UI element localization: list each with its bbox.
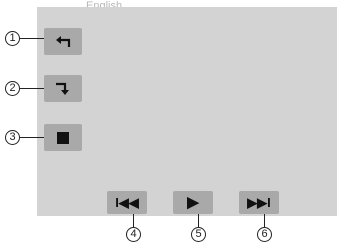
callout-6: 6 — [257, 227, 272, 242]
stop-icon — [57, 131, 69, 144]
display-screen — [37, 7, 337, 216]
callout-line-6 — [264, 214, 265, 227]
undo-arrow-icon — [54, 35, 72, 49]
undo-button[interactable] — [44, 28, 82, 55]
callout-line-4 — [133, 214, 134, 227]
stop-button[interactable] — [44, 124, 82, 151]
play-button[interactable]: ▶ — [173, 191, 213, 214]
redo-button[interactable] — [44, 75, 82, 102]
redo-arrow-icon — [54, 81, 72, 97]
callout-1: 1 — [5, 31, 20, 46]
play-icon: ▶ — [187, 194, 199, 211]
callout-line-1 — [20, 38, 44, 39]
callout-line-2 — [20, 88, 44, 89]
skip-previous-icon: I◀◀ — [115, 195, 139, 210]
previous-button[interactable]: I◀◀ — [107, 191, 147, 214]
callout-2: 2 — [5, 81, 20, 96]
callout-line-3 — [20, 137, 44, 138]
next-button[interactable]: ▶▶I — [239, 191, 279, 214]
skip-next-icon: ▶▶I — [247, 195, 271, 210]
callout-5: 5 — [191, 227, 206, 242]
callout-4: 4 — [126, 227, 141, 242]
callout-3: 3 — [5, 130, 20, 145]
callout-line-5 — [198, 214, 199, 227]
